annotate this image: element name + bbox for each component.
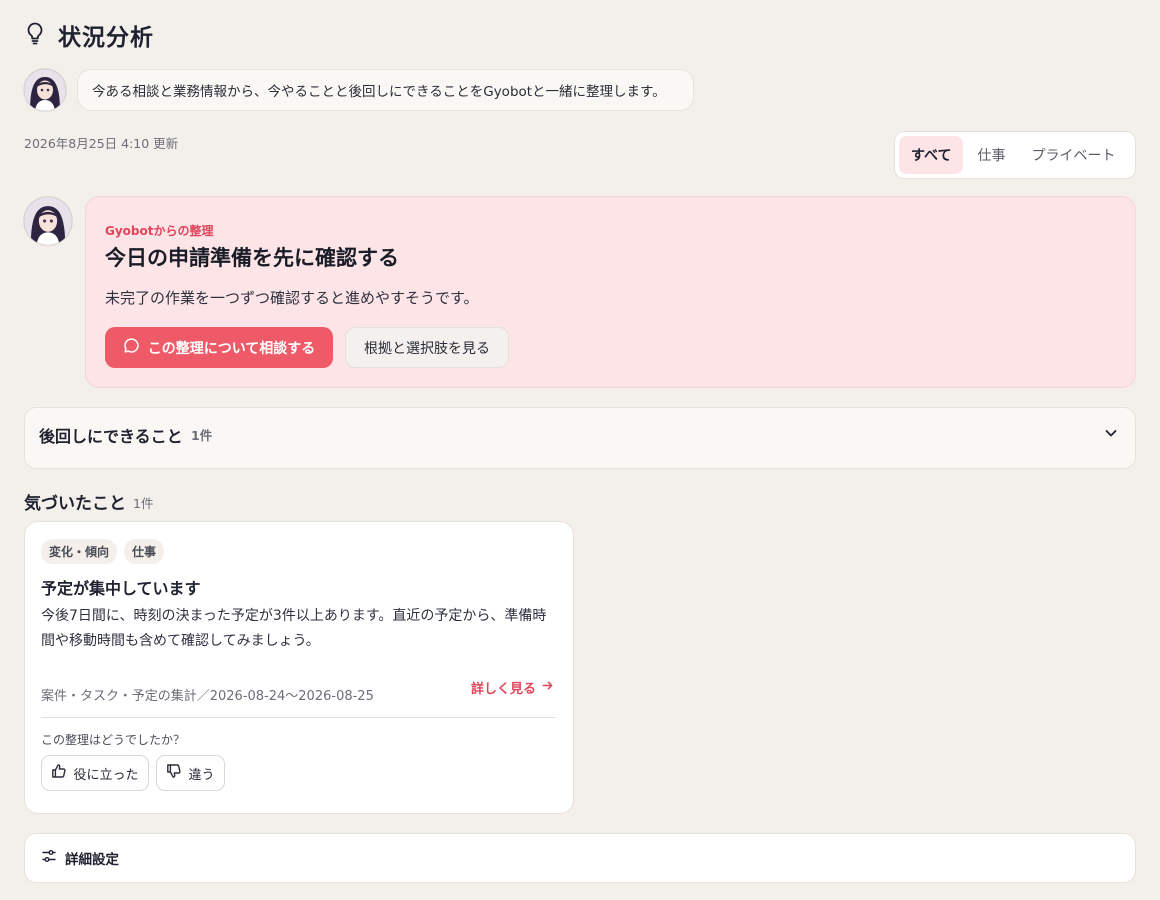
summary-title: 今日の申請準備を先に確認する: [105, 246, 399, 270]
tab-all[interactable]: すべて: [899, 136, 964, 174]
thumbs-up-icon: [51, 763, 67, 783]
lightbulb-icon: [24, 21, 46, 49]
feedback-question: この整理はどうでしたか？: [41, 733, 186, 747]
tab-work[interactable]: 仕事: [965, 136, 1017, 174]
consult-button[interactable]: この整理について相談する: [105, 327, 333, 368]
view-details-link[interactable]: 詳しく見る: [471, 678, 554, 697]
advanced-settings-label: 詳細設定: [65, 852, 119, 868]
chat-bubble-icon: [123, 337, 140, 358]
summary-description: 未完了の作業を一つずつ確認すると進めやすそうです。: [105, 289, 479, 307]
gyobot-avatar: [24, 69, 66, 111]
insights-heading: 気づいたこと: [24, 494, 126, 514]
insight-description: 今後7日間に、時刻の決まった予定が3件以上あります。直近の予定から、準備時間や移…: [41, 608, 547, 649]
insight-tag: 変化・傾向: [41, 539, 118, 564]
thumbs-down-icon: [166, 763, 182, 783]
insights-count: 1件: [133, 496, 154, 511]
helpful-label: 役に立った: [73, 767, 139, 783]
filter-tabs: すべて 仕事 プライベート: [894, 131, 1136, 179]
insight-title: 予定が集中しています: [41, 579, 201, 598]
chevron-down-icon[interactable]: [1102, 424, 1120, 442]
consult-button-label: この整理について相談する: [147, 340, 316, 357]
view-rationale-button[interactable]: 根拠と選択肢を見る: [345, 327, 509, 368]
view-details-label: 詳しく見る: [471, 682, 537, 697]
page-header: 状況分析: [24, 18, 154, 52]
postpone-count: 1件: [191, 428, 213, 443]
tab-private[interactable]: プライベート: [1019, 136, 1127, 174]
not-helpful-button[interactable]: 違う: [156, 755, 225, 791]
insight-source: 案件・タスク・予定の集計／2026-08-24〜2026-08-25: [41, 689, 374, 704]
updated-timestamp: 2026年8月25日 4:10 更新: [24, 136, 179, 151]
not-helpful-label: 違う: [188, 767, 215, 783]
sliders-icon: [41, 848, 57, 868]
page-title: 状況分析: [58, 25, 154, 51]
intro-message: 今ある相談と業務情報から、今やることと後回しにできることをGyobotと一緒に整…: [77, 69, 694, 111]
divider: [41, 717, 556, 718]
arrow-right-icon: [541, 679, 554, 696]
advanced-settings-button[interactable]: 詳細設定: [24, 833, 1136, 883]
summary-label: Gyobotからの整理: [105, 224, 214, 238]
insight-tag: 仕事: [124, 539, 165, 564]
helpful-button[interactable]: 役に立った: [41, 755, 149, 791]
postpone-title: 後回しにできること: [39, 427, 183, 446]
gyobot-avatar: [24, 197, 72, 245]
